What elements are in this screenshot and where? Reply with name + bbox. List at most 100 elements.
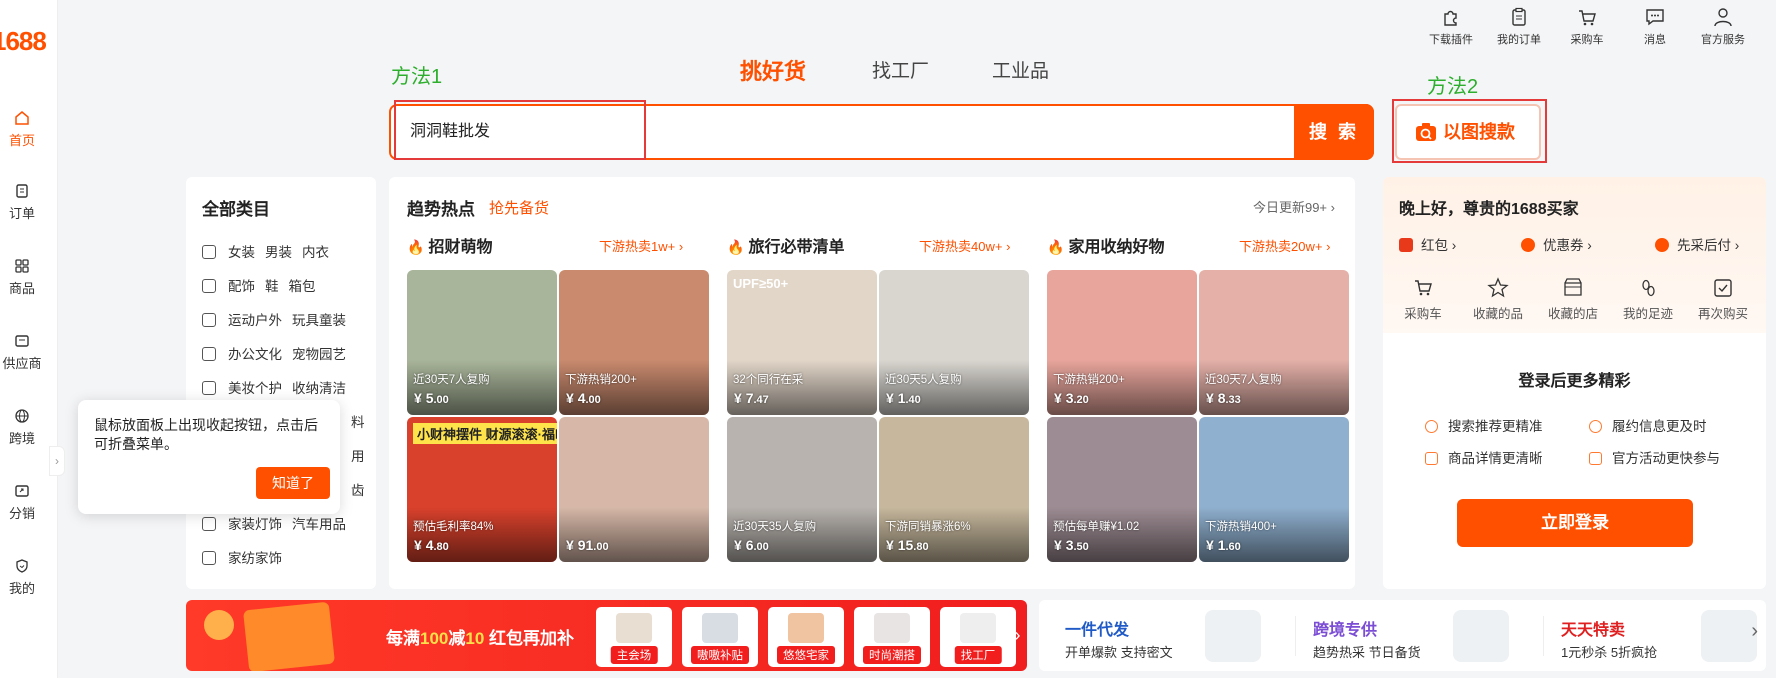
trend-subtitle[interactable]: 抢先备货 [489, 197, 549, 218]
trend-column-title[interactable]: 🔥 旅行必带清单 [727, 233, 844, 257]
nav-products-label: 商品 [8, 281, 35, 296]
nav-products[interactable]: 商品 [0, 258, 44, 297]
category-row[interactable]: 家纺家饰 [202, 547, 282, 567]
chevron-right-icon: › [1330, 200, 1335, 215]
promo-card[interactable]: 嗷嗷补贴 [682, 607, 758, 667]
tab-find-factory[interactable]: 找工厂 [872, 56, 929, 83]
quick-link[interactable]: 采购车 [1391, 277, 1455, 322]
category-link[interactable]: 汽车用品 [292, 517, 346, 532]
trend-product-card[interactable]: 近30天7人复购 ¥ 5.00 [407, 270, 557, 415]
feature-item: 搜索推荐更精准 [1425, 415, 1543, 435]
topbar-messages-label: 消息 [1644, 34, 1666, 46]
category-row[interactable]: 办公文化 宠物园艺 [202, 343, 346, 363]
trend-product-card[interactable]: 下游热销200+ ¥ 4.00 [559, 270, 709, 415]
nav-mine[interactable]: 我的 [0, 558, 44, 597]
category-row[interactable]: 女装 男装 内衣 [202, 241, 329, 261]
quick-link[interactable]: 再次购买 [1691, 277, 1755, 322]
service-image [1701, 610, 1757, 662]
trend-column-more-text: 下游热卖40w+ [919, 239, 1003, 254]
topbar-official-service[interactable]: 官方服务 [1692, 6, 1754, 47]
category-row[interactable]: 运动户外 玩具童装 [202, 309, 346, 329]
category-link[interactable]: 男装 [265, 245, 292, 260]
promo-text-part: 100 [420, 629, 449, 648]
quick-link[interactable]: 收藏的品 [1466, 277, 1530, 322]
flame-icon: 🔥 [727, 239, 745, 255]
login-button[interactable]: 立即登录 [1457, 499, 1693, 547]
perk-red-packet[interactable]: 红包 › [1399, 234, 1456, 254]
trend-column-title[interactable]: 🔥 家用收纳好物 [1047, 233, 1164, 257]
trend-product-card[interactable]: 近30天35人复购 ¥ 6.00 [727, 417, 877, 562]
topbar-messages[interactable]: 消息 [1624, 6, 1686, 47]
trend-product-card[interactable]: 小财神摆件 财源滚滚·福临满门预估毛利率84% ¥ 4.80 [407, 417, 557, 562]
product-shade [1199, 507, 1349, 562]
category-link[interactable]: 箱包 [289, 279, 316, 294]
services-next-arrow[interactable]: › [1751, 620, 1758, 643]
search-button[interactable]: 搜 索 [1294, 104, 1374, 160]
nav-suppliers[interactable]: 供应商 [0, 333, 46, 372]
tooltip-ok-button[interactable]: 知道了 [256, 467, 330, 499]
category-link[interactable]: 鞋 [265, 279, 279, 294]
category-link[interactable]: 家纺家饰 [228, 551, 282, 566]
promo-banner[interactable]: 每满100减10 红包再加补 主会场 嗷嗷补贴 悠悠宅家 时尚潮搭 找工厂 › [186, 600, 1027, 671]
service-item[interactable]: 天天特卖 1元秒杀 5折疯抢 [1561, 600, 1776, 671]
nav-home-label: 首页 [8, 133, 35, 148]
category-link[interactable]: 玩具童装 [292, 313, 346, 328]
trend-column-title[interactable]: 🔥 招财萌物 [407, 233, 492, 257]
trend-product-card[interactable]: 近30天5人复购 ¥ 1.40 [879, 270, 1029, 415]
trend-column-more[interactable]: 下游热卖40w+ › [919, 236, 1010, 255]
briefcase-icon [202, 347, 216, 361]
category-link[interactable]: 配饰 [228, 279, 255, 294]
tab-pick-goods[interactable]: 挑好货 [740, 54, 806, 86]
nav-home[interactable]: 首页 [0, 110, 44, 149]
trend-product-card[interactable]: 预估每单赚¥1.02 ¥ 3.50 [1047, 417, 1197, 562]
logo[interactable]: 1688 [0, 26, 58, 60]
trend-product-card[interactable]: 下游热销200+ ¥ 3.20 [1047, 270, 1197, 415]
promo-card[interactable]: 找工厂 [940, 607, 1016, 667]
service-item[interactable]: 跨境专供 趋势热采 节日备货 [1313, 600, 1543, 671]
promo-card[interactable]: 悠悠宅家 [768, 607, 844, 667]
category-hidden-fragment: 齿 [351, 483, 365, 498]
perk-coupon[interactable]: 优惠券 › [1521, 234, 1592, 254]
category-panel: 全部类目 女装 男装 内衣 配饰鞋箱包 运动户外 玩具童装 办公文化 宠物园艺 美妆个护… [186, 177, 376, 589]
topbar-download-plugin[interactable]: 下载插件 [1420, 6, 1482, 47]
trend-product-card[interactable]: 下游同销暴涨6% ¥ 15.80 [879, 417, 1029, 562]
category-link[interactable]: 美妆个护 [228, 381, 282, 396]
service-image [1453, 610, 1509, 662]
category-link[interactable]: 宠物园艺 [292, 347, 346, 362]
nav-crossborder[interactable]: 跨境 [0, 408, 44, 447]
category-link[interactable]: 运动户外 [228, 313, 282, 328]
category-link[interactable]: 收纳清洁 [292, 381, 346, 396]
category-row[interactable]: 美妆个护 收纳清洁 [202, 377, 346, 397]
category-link[interactable]: 办公文化 [228, 347, 282, 362]
perk-buy-now-pay-later[interactable]: 先采后付 › [1655, 234, 1739, 254]
promo-card[interactable]: 主会场 [596, 607, 672, 667]
tab-industrial[interactable]: 工业品 [992, 56, 1049, 83]
trend-update-link[interactable]: 今日更新99+ › [1253, 197, 1335, 216]
price-decimal: .47 [753, 394, 769, 406]
topbar-my-orders[interactable]: 我的订单 [1488, 6, 1550, 47]
category-row[interactable]: 配饰鞋箱包 [202, 275, 316, 295]
trend-column-more[interactable]: 下游热卖1w+ › [599, 236, 683, 255]
quick-link[interactable]: 我的足迹 [1616, 277, 1680, 322]
category-row[interactable]: 家装灯饰 汽车用品 [202, 513, 346, 533]
sidebar-expand-toggle[interactable]: › [49, 446, 65, 476]
promo-card[interactable]: 时尚潮搭 [854, 607, 930, 667]
category-link[interactable]: 内衣 [302, 245, 329, 260]
nav-distribution[interactable]: 分销 [0, 483, 44, 522]
supplier-icon [15, 335, 29, 347]
trend-product-card[interactable]: UPF≥50+ 32个同行在采 ¥ 7.47 [727, 270, 877, 415]
trend-product-card[interactable]: 下游热销400+ ¥ 1.60 [1199, 417, 1349, 562]
trend-product-card[interactable]: 近30天7人复购 ¥ 8.33 [1199, 270, 1349, 415]
cup-icon [202, 381, 216, 395]
product-price: ¥ 1.40 [886, 390, 921, 406]
promo-next-arrow[interactable]: › [1008, 600, 1027, 671]
trend-column-more[interactable]: 下游热卖20w+ › [1239, 236, 1330, 255]
trend-product-card[interactable]: ¥ 91.00 [559, 417, 709, 562]
service-item[interactable]: 一件代发 开单爆款 支持密文 [1065, 600, 1295, 671]
topbar-cart[interactable]: 采购车 [1556, 6, 1618, 47]
product-tag: 下游热销200+ [1053, 374, 1125, 386]
category-link[interactable]: 女装 [228, 245, 255, 260]
category-link[interactable]: 家装灯饰 [228, 517, 282, 532]
quick-link[interactable]: 收藏的店 [1541, 277, 1605, 322]
nav-orders[interactable]: 订单 [0, 183, 44, 222]
